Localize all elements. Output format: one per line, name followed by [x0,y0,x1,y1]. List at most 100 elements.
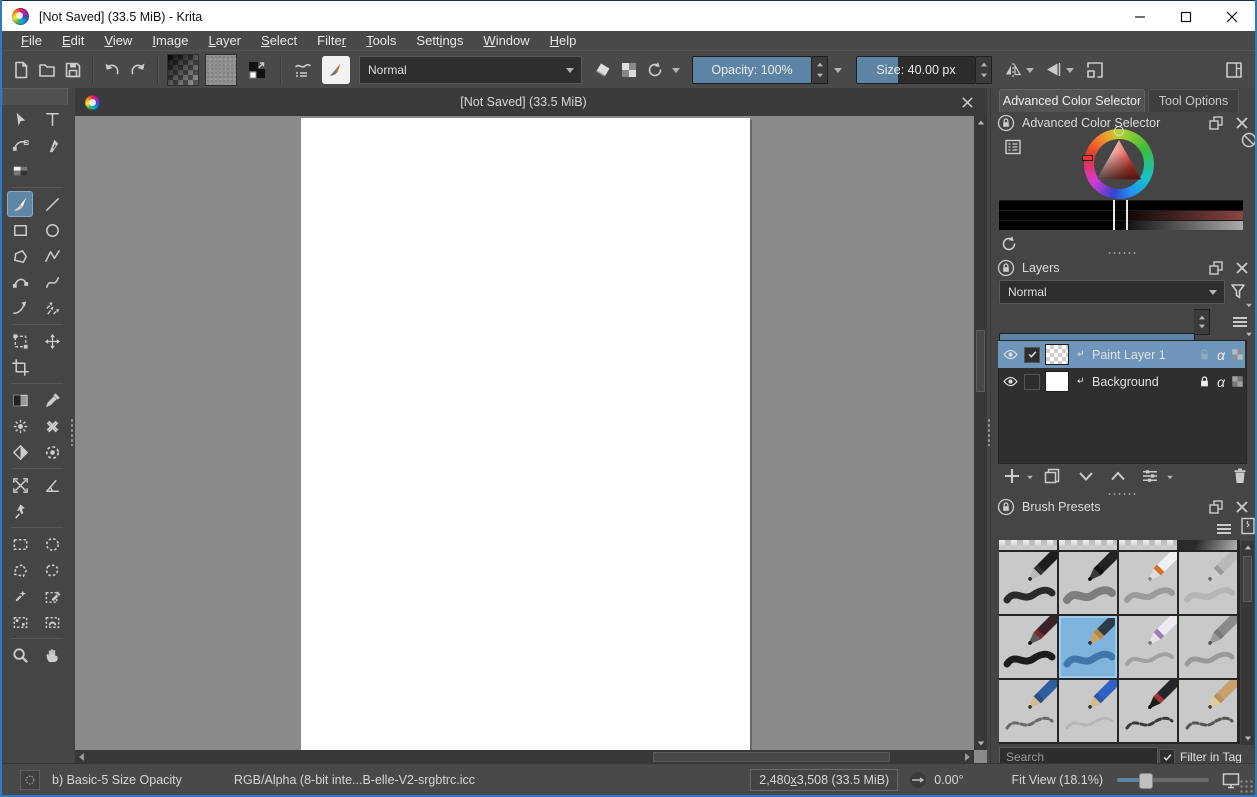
preserve-alpha-toggle[interactable] [616,56,642,84]
menu-item-file[interactable]: File [12,32,51,49]
blend-mode-dropdown[interactable]: Normal [359,56,582,84]
layer-filter-icon[interactable] [1228,281,1248,301]
zoom-slider[interactable] [1117,772,1209,789]
pattern-chooser-button[interactable] [205,54,237,86]
choose-workspace-button[interactable] [1221,56,1247,84]
reload-preset-button[interactable] [642,56,668,84]
document-close-button[interactable] [947,96,987,109]
lock-icon[interactable] [1197,374,1212,389]
layer-name[interactable]: Background [1092,375,1192,389]
size-spinner[interactable] [976,56,992,84]
menu-item-edit[interactable]: Edit [53,32,93,49]
reference-images-tool[interactable] [7,498,33,524]
inherit-alpha-icon[interactable] [1230,347,1245,362]
menu-item-help[interactable]: Help [541,32,586,49]
canvas-horizontal-scrollbar[interactable] [75,750,974,764]
elliptical-selection-tool[interactable] [39,531,65,557]
mirror-horizontal-button[interactable] [1000,56,1026,84]
image-dimensions[interactable]: 2,480 x 3,508 (33.5 MiB) [750,768,899,791]
brush-preset-thumbnail[interactable] [999,552,1057,614]
edit-shapes-tool[interactable] [7,132,33,158]
splitter-handle[interactable] [70,418,74,446]
pan-tool[interactable] [39,642,65,668]
transform-tool[interactable] [7,328,33,354]
float-docker-icon[interactable] [1206,258,1226,278]
open-document-button[interactable] [34,56,60,84]
layers-header[interactable]: Layers [996,258,1252,278]
freehand-selection-tool[interactable] [39,557,65,583]
layer-visibility-eye-icon[interactable] [1002,346,1019,363]
brush-preset-thumbnail[interactable] [1179,616,1237,678]
layer-row-paint-layer-1[interactable]: Paint Layer 1 α [998,341,1245,368]
smart-patch-tool[interactable] [39,413,65,439]
layer-options-menu-icon[interactable] [1230,312,1250,332]
preset-scrollbar[interactable] [1241,541,1254,745]
canvas-viewport[interactable] [75,116,974,750]
brush-preset-thumbnail[interactable] [999,680,1057,742]
docker-splitter-handle[interactable] [1107,492,1137,496]
zoom-level-label[interactable]: Fit View (18.1%) [1012,773,1103,787]
selection-mode-icon[interactable] [20,769,40,790]
crop-tool[interactable] [7,354,33,380]
brush-preset-thumbnail[interactable] [1119,552,1177,614]
alpha-lock-icon[interactable]: α [1217,374,1225,390]
brush-preset-thumbnail[interactable] [1059,552,1117,614]
canvas-vertical-scrollbar[interactable] [974,116,987,750]
menu-item-layer[interactable]: Layer [199,32,250,49]
line-tool[interactable] [39,191,65,217]
resize-grip[interactable] [1239,779,1253,793]
inherit-alpha-icon[interactable] [1230,374,1245,389]
color-selector-settings-button[interactable] [1003,137,1023,157]
redo-button[interactable] [125,56,151,84]
opacity-spinner[interactable] [812,56,828,84]
size-slider[interactable]: Size: 40.00 px [856,56,976,84]
brush-preset-thumbnail[interactable] [1059,680,1117,742]
toolbox-docker-tab[interactable] [2,88,68,105]
undo-button[interactable] [99,56,125,84]
ellipse-tool[interactable] [39,217,65,243]
float-docker-icon[interactable] [1206,497,1226,517]
opacity-slider[interactable]: Opacity: 100% [692,56,812,84]
similar-color-selection-tool[interactable] [7,583,33,609]
assistants-tool[interactable] [7,472,33,498]
zoom-slider-handle[interactable] [1138,772,1153,789]
enclose-and-fill-tool[interactable] [39,439,65,465]
zoom-tool[interactable] [7,642,33,668]
brush-preset-thumbnail[interactable] [999,616,1057,678]
layer-row-background[interactable]: Background α [998,368,1245,395]
magnetic-selection-tool[interactable] [39,609,65,635]
freehand-path-tool[interactable] [39,269,65,295]
text-tool[interactable] [39,106,65,132]
brush-preset-thumbnail[interactable] [1119,616,1177,678]
unlock-icon[interactable] [1197,347,1212,362]
move-layer-down-button[interactable] [1076,466,1096,486]
close-docker-icon[interactable] [1232,258,1252,278]
refresh-color-history-button[interactable] [999,234,1019,254]
chevron-down-icon[interactable] [1026,67,1034,73]
docker-splitter-handle[interactable] [1107,251,1137,255]
dynamic-brush-tool[interactable] [7,295,33,321]
brush-preset-thumbnail[interactable] [1179,552,1237,614]
edit-brush-settings-button[interactable] [287,56,319,84]
current-brush-name[interactable]: b) Basic-5 Size Opacity [52,773,182,787]
brush-preset-thumbnail[interactable] [999,540,1057,550]
menu-item-settings[interactable]: Settings [407,32,472,49]
menu-item-filter[interactable]: Filter [308,32,355,49]
preset-display-mode-icon[interactable] [1214,519,1234,539]
chevron-down-icon[interactable] [1066,67,1074,73]
chevron-down-icon[interactable] [672,67,680,73]
color-sampler-tool[interactable] [39,387,65,413]
bezier-selection-tool[interactable] [7,609,33,635]
polygon-tool[interactable] [7,243,33,269]
brush-preset-thumbnail[interactable] [1119,680,1177,742]
layer-select-checkbox[interactable] [1024,346,1040,363]
rectangle-tool[interactable] [7,217,33,243]
bezier-curve-tool[interactable] [7,269,33,295]
layer-thumbnail[interactable] [1045,371,1069,392]
chevron-down-icon[interactable] [1167,475,1173,480]
scrollbar-thumb[interactable] [653,752,890,762]
measure-tool[interactable] [39,472,65,498]
menu-item-tools[interactable]: Tools [357,32,405,49]
minimize-button[interactable] [1117,1,1163,32]
menu-item-window[interactable]: Window [474,32,538,49]
